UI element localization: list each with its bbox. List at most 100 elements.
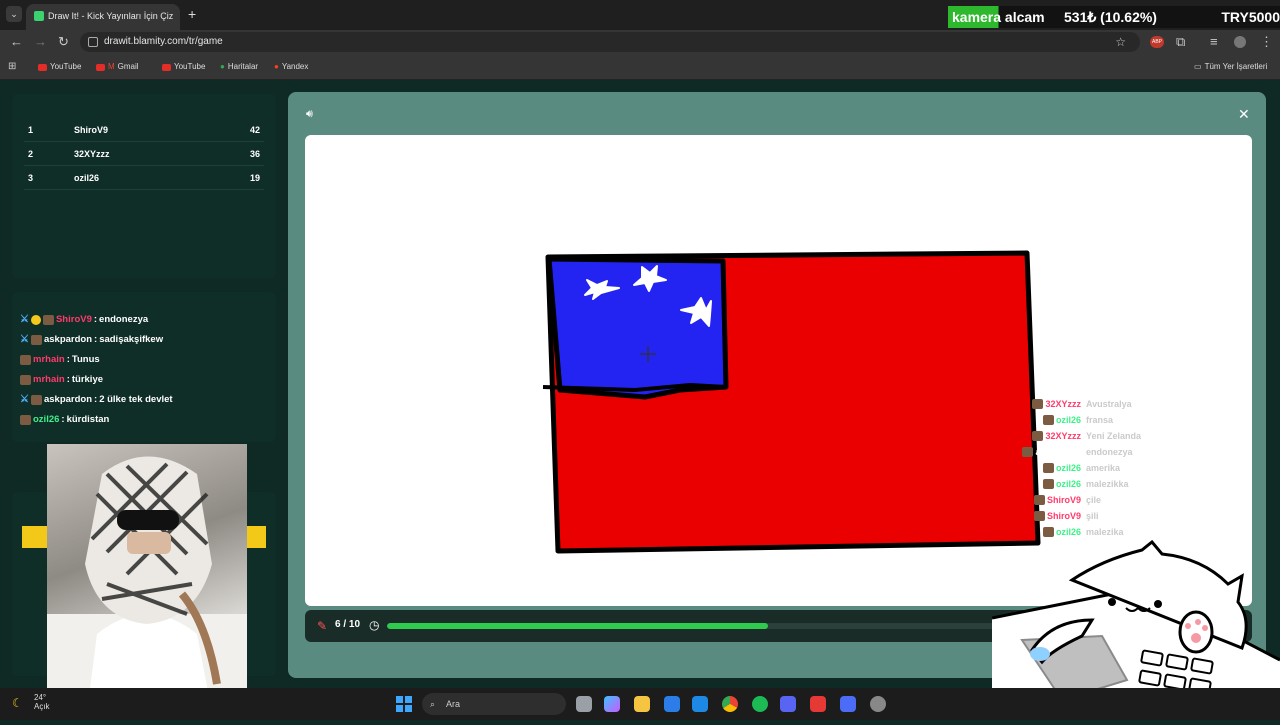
- user-avatar: [30, 395, 42, 405]
- guess-feed-item: 32XYzzz Avustralya: [976, 396, 1156, 412]
- time-progress-fill: [387, 623, 769, 629]
- pencil-icon: ✎: [317, 619, 328, 633]
- user-avatar: [42, 315, 54, 325]
- bookmarks-bar: ⊞ YouTube M Gmail YouTube ● Haritalar ● Yan…: [0, 54, 1280, 80]
- stream-goal-progress: 531₺ (10.62%): [1064, 9, 1157, 25]
- bookmark-maps[interactable]: ● Haritalar: [220, 61, 258, 73]
- menu-icon[interactable]: ⋮: [1260, 34, 1273, 50]
- guess-username: ozil26: [1055, 415, 1081, 425]
- chrome-icon[interactable]: [722, 696, 738, 712]
- chat-message: ⚔ askpardon:2 ülke tek devlet: [20, 392, 173, 408]
- site-info-icon[interactable]: [88, 37, 98, 47]
- chat-message: ⚔ ShiroV9: endonezya: [20, 312, 148, 328]
- chat-username[interactable]: ShiroV9: [56, 312, 92, 328]
- bookmark-yandex[interactable]: ● Yandex: [274, 61, 308, 73]
- user-avatar: [1042, 463, 1054, 473]
- guess-text: amerika: [1086, 463, 1121, 473]
- chat-message: mrhain: Tunus: [20, 352, 100, 368]
- windows-start-icon[interactable]: [396, 696, 412, 712]
- user-avatar: [1042, 479, 1054, 489]
- chat-colon: :: [94, 394, 98, 405]
- chat-username[interactable]: askpardon: [44, 332, 92, 348]
- stream-goal-title: kamera alcam: [948, 6, 1049, 28]
- leaderboard-rank: 3: [28, 173, 34, 183]
- user-avatar: [1033, 511, 1045, 521]
- sound-toggle-icon[interactable]: 🔊︎: [306, 108, 313, 121]
- user-avatar: [1033, 495, 1045, 505]
- chat-username[interactable]: askpardon: [44, 392, 92, 408]
- yellow-button-left[interactable]: [22, 526, 48, 548]
- browser-tab-bar: ⌄ Draw It! - Kick Yayınları İçin Çiz ✕ +…: [0, 0, 1280, 30]
- store-icon[interactable]: [664, 696, 680, 712]
- leaderboard-panel: 1 ShiroV9 42 2 32XYzzz 36 3 ozil26 19: [12, 94, 276, 278]
- reading-list-icon[interactable]: ≡: [1210, 34, 1218, 50]
- guess-feed-item: ozil26 fransa: [976, 412, 1156, 428]
- close-game-icon[interactable]: ✕: [1238, 106, 1250, 123]
- copilot-icon[interactable]: [604, 696, 620, 712]
- guess-feed-item: ShiroV9 şili: [976, 508, 1156, 524]
- leaderboard-name: ozil26: [74, 173, 100, 183]
- leaderboard-name: ShiroV9: [74, 125, 109, 135]
- app-icon-blue[interactable]: [840, 696, 856, 712]
- chat-text: 2 ülke tek devlet: [99, 394, 173, 405]
- file-explorer-icon[interactable]: [634, 696, 650, 712]
- leaderboard-row: 3 ozil26 19: [24, 166, 264, 190]
- weather-widget[interactable]: 24° Açık: [34, 693, 50, 711]
- chat-colon: :: [61, 414, 65, 425]
- back-icon[interactable]: ←: [10, 34, 23, 50]
- guess-username: askpardon: [1035, 447, 1081, 457]
- guess-feed-item: ozil26 malezikka: [976, 476, 1156, 492]
- leaderboard-score: 19: [249, 173, 260, 183]
- reload-icon[interactable]: ↻: [58, 34, 69, 50]
- forward-icon[interactable]: →: [34, 34, 47, 50]
- gmail-icon: M: [108, 62, 115, 71]
- user-avatar: [1032, 431, 1044, 441]
- profile-avatar[interactable]: [1234, 36, 1246, 48]
- taskbar-search-input[interactable]: ⌕ Ara: [422, 693, 566, 715]
- chat-text: endonezya: [99, 314, 149, 325]
- bookmark-gmail[interactable]: M Gmail: [96, 61, 139, 73]
- guess-feed-item: ozil26 amerika: [976, 460, 1156, 476]
- guess-text: fransa: [1086, 415, 1114, 425]
- extensions-icon[interactable]: ⧉: [1176, 34, 1185, 50]
- user-avatar: [1032, 399, 1044, 409]
- leaderboard-rank: 2: [28, 149, 34, 159]
- bookmark-youtube-1[interactable]: YouTube: [38, 61, 81, 73]
- task-view-icon[interactable]: [576, 696, 592, 712]
- bookmark-youtube-2[interactable]: YouTube: [162, 61, 205, 73]
- chat-username[interactable]: mrhain: [33, 372, 65, 388]
- chat-colon: :: [93, 314, 98, 325]
- moderator-sword-icon: ⚔: [20, 314, 29, 325]
- chat-username[interactable]: mrhain: [33, 352, 65, 368]
- new-tab-icon[interactable]: +: [188, 6, 196, 22]
- discord-icon[interactable]: [780, 696, 796, 712]
- bookmark-star-icon[interactable]: ☆: [1115, 32, 1126, 52]
- leaderboard-row: 2 32XYzzz 36: [24, 142, 264, 166]
- url-text: drawit.blamity.com/tr/game: [104, 36, 223, 47]
- search-placeholder: Ara: [446, 699, 461, 709]
- yellow-button-right[interactable]: [246, 526, 266, 548]
- mail-icon[interactable]: [692, 696, 708, 712]
- tab-title: Draw It! - Kick Yayınları İçin Çiz: [48, 11, 174, 21]
- tab-search-icon[interactable]: ⌄: [6, 6, 22, 22]
- chat-panel: ⚔ ShiroV9: endonezya ⚔ askpardon: sadişakşifk…: [12, 292, 276, 442]
- webcam-overlay: [47, 444, 247, 712]
- url-input[interactable]: drawit.blamity.com/tr/game ☆: [80, 32, 1140, 52]
- guess-text: Yeni Zelanda: [1086, 431, 1142, 441]
- adblock-extension-icon[interactable]: ABP: [1150, 36, 1164, 48]
- chat-message: ozil26: kürdistan: [20, 412, 109, 428]
- leaderboard-score: 36: [249, 149, 260, 159]
- tab-active[interactable]: Draw It! - Kick Yayınları İçin Çiz ✕: [26, 4, 180, 30]
- search-icon: ⌕: [430, 699, 436, 709]
- settings-gear-icon[interactable]: [870, 696, 886, 712]
- spotify-icon[interactable]: [752, 696, 768, 712]
- guess-feed-item: askpardon endonezya: [976, 444, 1156, 460]
- user-avatar: [30, 335, 42, 345]
- app-icon-red[interactable]: [810, 696, 826, 712]
- all-bookmarks[interactable]: ▭ Tüm Yer İşaretleri: [1194, 61, 1267, 73]
- apps-grid-icon[interactable]: ⊞: [8, 61, 16, 72]
- chat-username[interactable]: ozil26: [33, 412, 59, 428]
- guess-text: çile: [1086, 495, 1102, 505]
- user-avatar: [1042, 415, 1054, 425]
- guess-feed-item: ozil26 malezika: [976, 524, 1156, 540]
